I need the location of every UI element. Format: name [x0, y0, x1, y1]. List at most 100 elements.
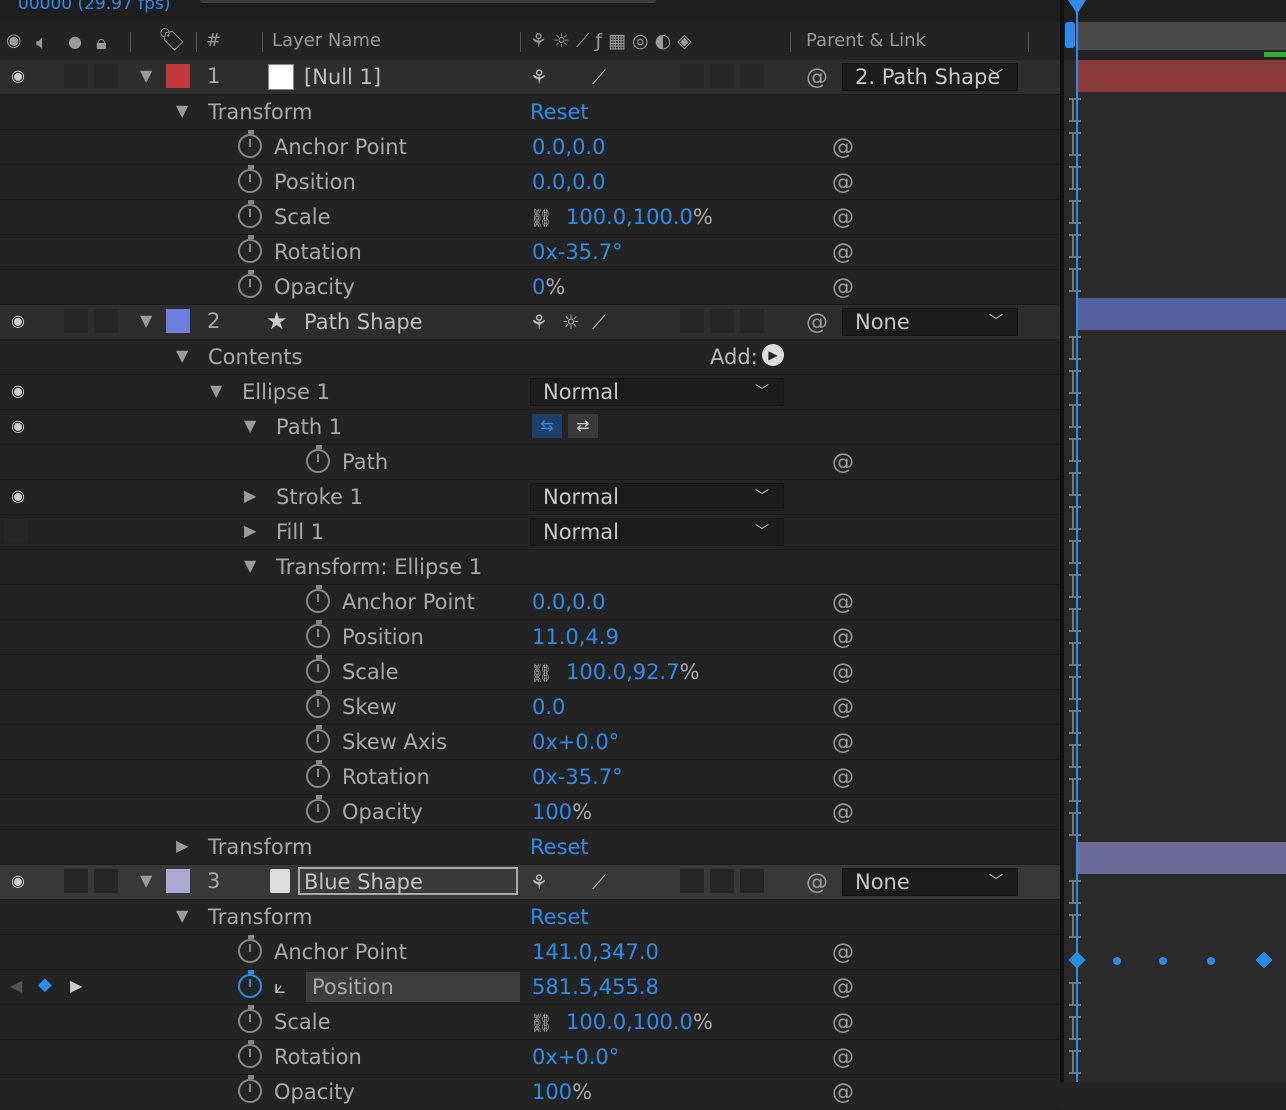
- work-area-start-handle[interactable]: [1065, 22, 1075, 48]
- switch-box[interactable]: [740, 64, 764, 88]
- stopwatch-icon[interactable]: [238, 935, 262, 963]
- stopwatch-icon[interactable]: [238, 165, 262, 193]
- layer-name-header[interactable]: Layer Name: [272, 30, 381, 51]
- blend-mode-dropdown[interactable]: Normal ﹀: [530, 518, 784, 546]
- timeline-panel[interactable]: [1064, 0, 1286, 1082]
- switch-box[interactable]: [710, 869, 734, 893]
- stopwatch-icon[interactable]: [238, 270, 262, 298]
- eye-icon[interactable]: ◉: [6, 311, 30, 330]
- pick-whip-icon[interactable]: @: [832, 660, 854, 685]
- keyframe[interactable]: [1159, 957, 1167, 965]
- prop-value[interactable]: 100: [532, 800, 572, 824]
- stopwatch-icon[interactable]: [238, 1040, 262, 1068]
- reset-link[interactable]: Reset: [530, 100, 589, 124]
- switch-box[interactable]: [680, 869, 704, 893]
- layer-bar-blue-shape[interactable]: [1076, 842, 1286, 874]
- constrain-link-icon[interactable]: ⛓: [530, 663, 553, 684]
- stopwatch-icon[interactable]: [238, 130, 262, 158]
- reset-link[interactable]: Reset: [530, 905, 589, 929]
- label-tag-icon[interactable]: 🏷︎: [158, 28, 186, 53]
- expand-triangle-icon[interactable]: ▼: [210, 381, 222, 400]
- keyframe[interactable]: [1207, 957, 1215, 965]
- layer-name[interactable]: Path Shape: [304, 310, 423, 334]
- expand-triangle-icon[interactable]: ▼: [176, 906, 188, 925]
- pick-whip-icon[interactable]: @: [832, 625, 854, 650]
- quality-icon[interactable]: ⟋: [592, 870, 606, 894]
- stopwatch-icon[interactable]: [238, 970, 262, 998]
- expand-triangle-icon[interactable]: ▼: [244, 416, 256, 435]
- eye-icon[interactable]: ◉: [6, 486, 30, 505]
- audio-toggle[interactable]: [64, 869, 88, 893]
- pick-whip-icon[interactable]: @: [806, 65, 828, 90]
- parent-dropdown[interactable]: 2. Path Shape ﹀: [842, 63, 1018, 91]
- prop-value[interactable]: 11.0,4.9: [532, 625, 619, 649]
- pick-whip-icon[interactable]: @: [832, 730, 854, 755]
- stopwatch-icon[interactable]: [306, 655, 330, 683]
- prop-group[interactable]: ◉ ▼ Ellipse 1 Normal ﹀: [0, 375, 1060, 410]
- switches-icons[interactable]: ⚘☼⟋ƒ▦◎◐◈: [530, 30, 698, 52]
- timecode[interactable]: 00000 (29.97 fps): [18, 0, 170, 14]
- expand-triangle-icon[interactable]: ▼: [140, 66, 152, 85]
- add-keyframe-icon[interactable]: ◆: [38, 974, 52, 995]
- solo-icon[interactable]: ●: [68, 32, 82, 51]
- stopwatch-icon[interactable]: [238, 235, 262, 263]
- stopwatch-icon[interactable]: [306, 760, 330, 788]
- eye-toggle-off[interactable]: [4, 519, 28, 543]
- stopwatch-icon[interactable]: [238, 200, 262, 228]
- expand-triangle-icon[interactable]: ▼: [244, 556, 256, 575]
- constrain-link-icon[interactable]: ⛓: [530, 1013, 553, 1034]
- prop-value[interactable]: 0x+0.0°: [532, 1045, 619, 1069]
- next-keyframe-icon[interactable]: ▶: [70, 976, 82, 995]
- label-color-swatch[interactable]: [166, 309, 190, 333]
- quality-icon[interactable]: ⟋: [592, 65, 606, 89]
- stopwatch-icon[interactable]: [238, 1075, 262, 1103]
- layer-bar-null-1[interactable]: [1076, 60, 1286, 92]
- pick-whip-icon[interactable]: @: [832, 450, 854, 475]
- prop-value[interactable]: 581.5,455.8: [532, 975, 659, 999]
- quality-icon[interactable]: ⟋: [592, 310, 606, 334]
- prop-group[interactable]: ◉ ▶ Stroke 1 Normal ﹀: [0, 480, 1060, 515]
- eye-icon[interactable]: ◉: [6, 381, 30, 400]
- collapsed-triangle-icon[interactable]: ▶: [244, 521, 256, 540]
- prop-value[interactable]: 100.0,100.0: [566, 1010, 693, 1034]
- layer-name[interactable]: [Null 1]: [304, 65, 381, 89]
- switch-box[interactable]: [740, 869, 764, 893]
- playhead-icon[interactable]: [1068, 0, 1086, 14]
- pick-whip-icon[interactable]: @: [832, 1010, 854, 1035]
- prop-group[interactable]: ◉ ▼ Path 1 ⇆ ⇄: [0, 410, 1060, 445]
- switch-box[interactable]: [710, 64, 734, 88]
- prop-group[interactable]: ▼ Contents Add: ▶: [0, 340, 1060, 375]
- collapsed-triangle-icon[interactable]: ▶: [244, 486, 256, 505]
- pick-whip-icon[interactable]: @: [832, 765, 854, 790]
- shy-icon[interactable]: ⚘: [530, 310, 548, 334]
- prop-group[interactable]: ▶ Fill 1 Normal ﹀: [0, 515, 1060, 550]
- switch-box[interactable]: [680, 309, 704, 333]
- audio-icon[interactable]: 🔈︎: [36, 30, 48, 54]
- layer-row[interactable]: ◉ ▼ 1 [Null 1] ⚘ ⟋ @ 2. Path Shape ﹀: [0, 60, 1060, 95]
- stopwatch-icon[interactable]: [306, 690, 330, 718]
- pick-whip-icon[interactable]: @: [806, 870, 828, 895]
- audio-toggle[interactable]: [64, 64, 88, 88]
- parent-link-header[interactable]: Parent & Link: [806, 30, 926, 51]
- prop-group[interactable]: ▼ Transform: Ellipse 1: [0, 550, 1060, 585]
- pick-whip-icon[interactable]: @: [832, 695, 854, 720]
- solo-toggle[interactable]: [94, 64, 118, 88]
- prop-value[interactable]: 0x+0.0°: [532, 730, 619, 754]
- switch-box[interactable]: [680, 64, 704, 88]
- eye-icon[interactable]: ◉: [6, 871, 30, 890]
- eye-icon[interactable]: ◉: [6, 66, 30, 85]
- solo-toggle[interactable]: [94, 869, 118, 893]
- stopwatch-icon[interactable]: [238, 1005, 262, 1033]
- expand-triangle-icon[interactable]: ▼: [140, 311, 152, 330]
- prop-value[interactable]: 0x-35.7°: [532, 240, 623, 264]
- collapse-icon[interactable]: ☼: [562, 310, 580, 334]
- current-time-indicator[interactable]: [1076, 0, 1078, 1082]
- path-direction-icon[interactable]: ⇆: [532, 414, 562, 438]
- expand-triangle-icon[interactable]: ▼: [176, 346, 188, 365]
- stopwatch-icon[interactable]: [306, 445, 330, 473]
- layer-row[interactable]: ◉ ▼ 2 ★ Path Shape ⚘ ☼ ⟋ @ None ﹀: [0, 305, 1060, 340]
- reverse-path-icon[interactable]: ⇄: [568, 414, 598, 438]
- prop-value[interactable]: 141.0,347.0: [532, 940, 659, 964]
- add-menu-icon[interactable]: ▶: [762, 344, 784, 366]
- expand-triangle-icon[interactable]: ▼: [176, 101, 188, 120]
